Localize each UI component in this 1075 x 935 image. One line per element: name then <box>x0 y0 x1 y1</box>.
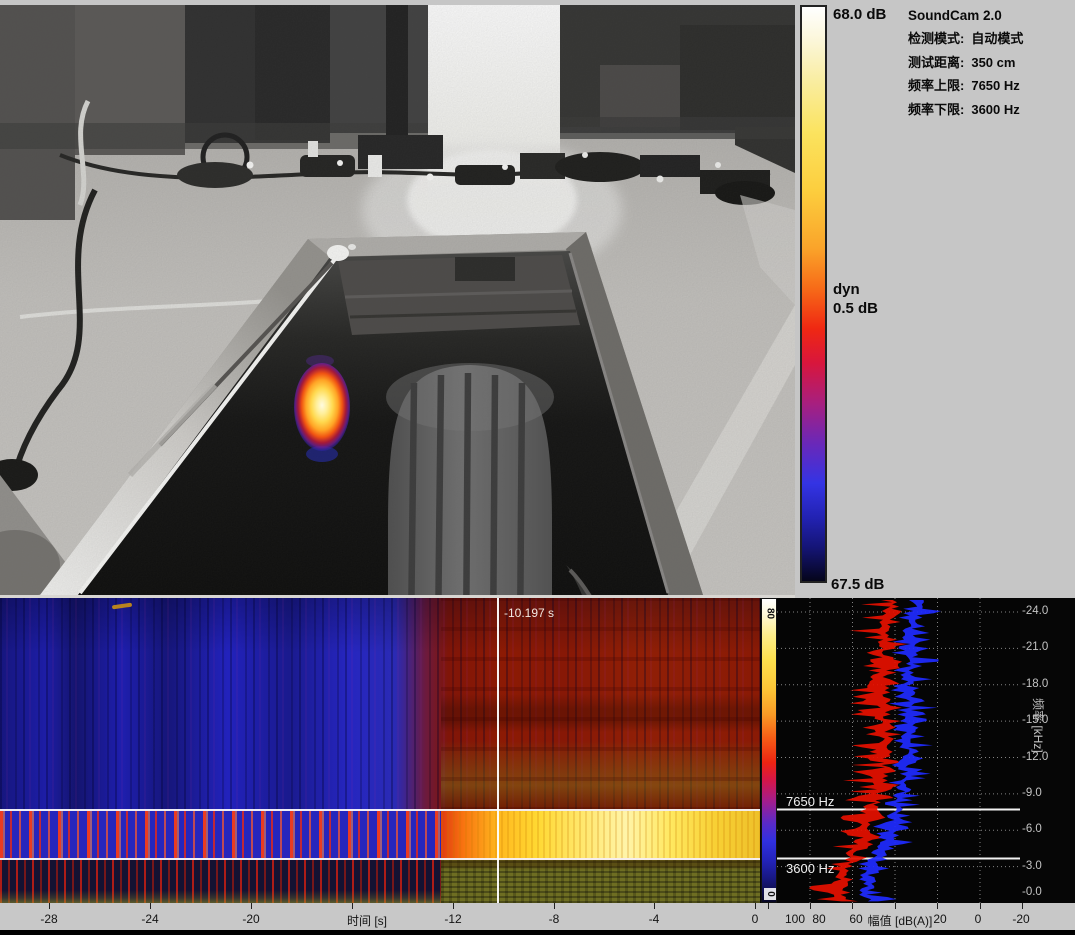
lower-band-line <box>0 858 760 860</box>
db-tick-0 <box>768 903 769 909</box>
time-tick-1 <box>150 903 151 909</box>
info-label: 测试距离: <box>908 55 964 70</box>
info-value: 350 cm <box>971 55 1015 70</box>
time-tick-label-6: 0 <box>752 912 759 926</box>
db-tick-label-1: 80 <box>812 912 825 926</box>
info-lines: 检测模式: 自动模式测试距离: 350 cm 频率上限: 7650 Hz 频率下限: 360… <box>908 28 1073 118</box>
db-tick-label-0: 100 <box>785 912 805 926</box>
info-label: 频率下限: <box>908 102 964 117</box>
app-title: SoundCam 2.0 <box>908 8 1073 23</box>
db-tick-4 <box>937 903 938 909</box>
freq-tick-label-0: -24.0 <box>1022 605 1048 617</box>
time-tick-6 <box>654 903 655 909</box>
spectrogram-bottom-right <box>441 860 760 903</box>
info-label: 频率上限: <box>908 78 964 93</box>
time-tick-7 <box>755 903 756 909</box>
info-line-1: 测试距离: 350 cm <box>908 52 1073 71</box>
freq-tick-label-8: -0.0 <box>1022 886 1042 898</box>
freq-tick-label-6: -6.0 <box>1022 823 1042 835</box>
db-tick-1 <box>810 903 811 909</box>
time-tick-0 <box>49 903 50 909</box>
camera-scene <box>0 5 795 595</box>
time-cursor-label: -10.197 s <box>504 606 554 620</box>
frequency-axis-title: 频率 [kHz] <box>1030 698 1047 718</box>
time-cursor[interactable] <box>497 598 499 903</box>
time-tick-2 <box>251 903 252 909</box>
frequency-axis: -24.0-21.0-18.0-15.0-12.0-9.0-6.0-3.0-0.… <box>1020 598 1075 903</box>
freq-tick-label-5: -9.0 <box>1022 787 1042 799</box>
axis-strip: 时间 [s] 幅值 [dB(A)] -28 -24 -20 -12 -8 -4 0 100 80… <box>0 903 1075 930</box>
time-tick-5 <box>554 903 555 909</box>
lower-band-label: 3600 Hz <box>786 861 834 876</box>
time-tick-3 <box>352 903 353 909</box>
colorbar-min-label: 67.5 dB <box>831 576 884 593</box>
db-tick-5 <box>980 903 981 909</box>
freq-tick-label-1: -21.0 <box>1022 641 1048 653</box>
side-panel: 68.0 dB dyn 0.5 dB 67.5 dB SoundCam 2.0 … <box>795 0 1075 598</box>
db-tick-label-3: 20 <box>933 912 946 926</box>
time-tick-label-1: -24 <box>141 912 158 926</box>
spectrogram[interactable]: -10.197 s <box>0 598 760 903</box>
info-value: 自动模式 <box>971 31 1023 46</box>
upper-band-line <box>0 809 760 811</box>
time-tick-label-3: -12 <box>444 912 461 926</box>
info-label: 检测模式: <box>908 31 964 46</box>
info-line-2: 频率上限: 7650 Hz <box>908 75 1073 94</box>
spectrogram-colorbar-max: 80 <box>765 607 776 621</box>
time-tick-label-2: -20 <box>242 912 259 926</box>
time-tick-4 <box>453 903 454 909</box>
db-tick-3 <box>895 903 896 909</box>
time-axis-title: 时间 [s] <box>347 912 387 929</box>
spectrum-plot <box>777 598 1020 903</box>
spectrum-panel: 7650 Hz 3600 Hz <box>777 598 1020 903</box>
spectrogram-bottom-left <box>0 860 441 903</box>
spectrum-trace-red <box>809 600 907 901</box>
info-value: 7650 Hz <box>971 78 1019 93</box>
spectrogram-texture <box>441 598 760 811</box>
spectrogram-spark <box>112 603 132 610</box>
spectrogram-colorbar-min: 0 <box>764 888 776 900</box>
info-line-3: 频率下限: 3600 Hz <box>908 99 1073 118</box>
db-tick-label-5: -20 <box>1012 912 1029 926</box>
spectrogram-colorbar: 80 0 <box>761 598 777 903</box>
colorbar-max-label: 68.0 dB <box>833 6 886 23</box>
db-tick-label-4: 0 <box>975 912 982 926</box>
db-tick-label-2: 60 <box>849 912 862 926</box>
db-tick-2 <box>852 903 853 909</box>
freq-tick-label-2: -18.0 <box>1022 678 1048 690</box>
analysis-section: -10.197 s 80 0 7650 Hz 3600 Hz -24.0 -21.… <box>0 598 1075 930</box>
time-tick-label-5: -4 <box>649 912 660 926</box>
info-value: 3600 Hz <box>971 102 1019 117</box>
info-block: SoundCam 2.0 检测模式: 自动模式测试距离: 350 cm 频率上限: 76… <box>908 8 1073 122</box>
colorbar-dyn-value: 0.5 dB <box>833 300 878 317</box>
time-tick-label-4: -8 <box>549 912 560 926</box>
spectrogram-band-right <box>441 811 760 858</box>
colorbar-dyn-label: dyn <box>833 281 860 298</box>
freq-tick-label-7: -3.0 <box>1022 860 1042 872</box>
db-axis-title: 幅值 [dB(A)] <box>868 912 933 929</box>
film-grain <box>0 5 795 595</box>
upper-band-label: 7650 Hz <box>786 794 834 809</box>
info-line-0: 检测模式: 自动模式 <box>908 28 1073 47</box>
camera-view[interactable] <box>0 5 795 595</box>
time-tick-label-0: -28 <box>40 912 57 926</box>
db-colorbar <box>800 5 827 583</box>
db-tick-6 <box>1022 903 1023 909</box>
spectrogram-band-left <box>0 811 441 858</box>
